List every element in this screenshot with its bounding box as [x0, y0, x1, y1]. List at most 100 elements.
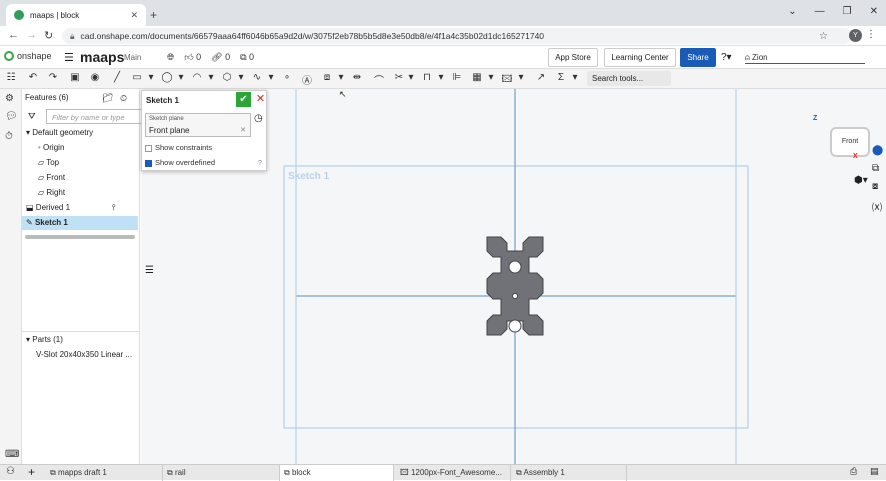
browser-tab[interactable]: maaps | block ✕ [6, 4, 146, 26]
document-name[interactable]: maaps [80, 49, 124, 65]
line-tool-icon[interactable]: ╱ [110, 72, 124, 83]
circle-dropdown-icon[interactable]: ▾ [174, 72, 188, 83]
help-icon[interactable]: ? [258, 160, 262, 167]
constraints-list-icon[interactable]: ☰ [145, 265, 154, 276]
redo-icon[interactable]: ↷ [46, 72, 60, 83]
tab-block[interactable]: ⧉ block [280, 465, 394, 481]
links[interactable]: 🔗︎ 0 [211, 52, 230, 63]
rectangle-dropdown-icon[interactable]: ▾ [144, 72, 158, 83]
filter-icon[interactable]: ⛛ [28, 111, 36, 122]
panel-toggle-icon[interactable]: ▤ [870, 466, 879, 477]
section-view-icon[interactable]: ⧇ [872, 181, 878, 192]
branch-name[interactable]: Main [124, 53, 141, 62]
sum-tool-icon[interactable]: Σ [554, 72, 568, 83]
profile-avatar[interactable]: Y [849, 29, 862, 42]
feature-list-icon[interactable]: ☷ [4, 72, 18, 83]
print-icon[interactable]: ⎙ [850, 466, 857, 477]
image-tool-icon[interactable]: 🖾 [500, 72, 514, 89]
versions[interactable]: ⧉ 0 [240, 52, 254, 63]
add-folder-icon[interactable]: 📁︎ [102, 93, 113, 104]
feature-row-top[interactable]: ▱ Top [22, 156, 138, 170]
add-tab-icon[interactable]: + [28, 465, 35, 479]
help-icon[interactable]: ?▾ [721, 52, 732, 63]
likes[interactable]: 👍︎ 0 [184, 52, 201, 63]
sketch-plane-field[interactable]: Sketch plane Front plane ✕ [145, 113, 251, 137]
close-window-icon[interactable]: ✕ [870, 6, 878, 17]
appearance-icon[interactable]: ◉ [88, 72, 102, 83]
show-constraints-checkbox[interactable]: Show constraints [145, 143, 212, 152]
learning-center-button[interactable]: Learning Center [604, 48, 676, 67]
keyboard-icon[interactable]: ⌨︎ [5, 449, 19, 460]
reload-icon[interactable]: ↻ [44, 29, 53, 42]
fillet-tool-icon[interactable]: ⌒ [372, 72, 386, 87]
parts-panel-icon[interactable]: ⧉ [872, 163, 879, 174]
url-field[interactable]: 🔒︎ cad.onshape.com/documents/66579aaa64f… [62, 28, 852, 44]
pattern-dropdown-icon[interactable]: ▾ [484, 72, 498, 83]
accept-check-button[interactable]: ✔ [236, 92, 251, 107]
image-dropdown-icon[interactable]: ▾ [514, 72, 528, 83]
spline-dropdown-icon[interactable]: ▾ [264, 72, 278, 83]
feature-row-sketch[interactable]: ✎ Sketch 1 [22, 216, 138, 230]
tab-assembly[interactable]: ⧉ Assembly 1 [512, 465, 627, 481]
tab-mapps-draft[interactable]: ⧉ mapps draft 1 [46, 465, 163, 481]
user-menu[interactable]: ⍝ Zion [745, 53, 865, 64]
polygon-tool-icon[interactable]: ⬡ [220, 72, 234, 83]
undo-icon[interactable]: ↶ [26, 72, 40, 83]
onshape-logo[interactable]: onshape [4, 51, 52, 61]
dimension-tool-icon[interactable]: ⇹ [350, 72, 364, 83]
forward-icon[interactable]: → [26, 29, 37, 41]
feature-list-scrollbar[interactable] [25, 235, 135, 239]
arc-dropdown-icon[interactable]: ▾ [204, 72, 218, 83]
cancel-x-button[interactable]: ✕ [254, 92, 267, 107]
offset-tool-icon[interactable]: ⊓ [420, 72, 434, 83]
parts-header[interactable]: ▾ Parts (1) [22, 333, 138, 347]
feature-row-right[interactable]: ▱ Right [22, 186, 138, 200]
sketch-history-icon[interactable]: ◷ [254, 113, 263, 124]
search-tools-button[interactable]: Search tools... altC [587, 71, 671, 99]
polygon-dropdown-icon[interactable]: ▾ [234, 72, 248, 83]
tab-manager-icon[interactable]: ⚇ [6, 466, 15, 477]
arc-tool-icon[interactable]: ◠ [190, 72, 204, 83]
chrome-menu-icon[interactable]: ⋮ [866, 29, 876, 40]
comment-icon[interactable]: 💬︎ [5, 111, 18, 122]
back-icon[interactable]: ← [8, 29, 19, 41]
show-overdefined-checkbox[interactable]: Show overdefined [145, 158, 215, 167]
text-tool-icon[interactable]: Ⓐ [300, 72, 314, 87]
app-store-button[interactable]: App Store [548, 48, 598, 67]
share-button[interactable]: Share [680, 48, 716, 67]
tab-font-awesome[interactable]: 🖾 1200px-Font_Awesome... [396, 465, 511, 481]
construction-dropdown-icon[interactable]: ▾ [334, 72, 348, 83]
rectangle-tool-icon[interactable]: ▭ [130, 72, 144, 83]
rollback-clock-icon[interactable]: ⏲︎ [120, 93, 127, 104]
new-tab-icon[interactable]: + [150, 8, 157, 22]
tab-rail[interactable]: ⧉ rail [163, 465, 280, 481]
close-tab-icon[interactable]: ✕ [130, 10, 138, 21]
sum-dropdown-icon[interactable]: ▾ [568, 72, 582, 83]
globe-icon[interactable]: 🌐︎ [167, 52, 174, 63]
appearance-panel-icon[interactable]: ⬤ [872, 145, 883, 156]
history-icon[interactable]: ⏱︎ [5, 131, 13, 142]
feature-row-derived[interactable]: ⬓ Derived 1 ⫯ [22, 201, 138, 215]
menu-hamburger-icon[interactable]: ☰ [64, 51, 74, 64]
circle-tool-icon[interactable]: ◯ [160, 72, 174, 83]
bookmark-star-icon[interactable]: ☆ [819, 31, 828, 42]
part-row[interactable]: V-Slot 20x40x350 Linear ... [22, 348, 138, 362]
maximize-icon[interactable]: ❐ [843, 6, 852, 17]
rollback-bar-icon[interactable]: ⫯ [112, 201, 115, 215]
mirror-tool-icon[interactable]: ⊫ [450, 72, 464, 83]
use-tool-icon[interactable]: ↗ [534, 72, 548, 83]
view-mode-cube-icon[interactable]: ⬢▾ [854, 175, 868, 186]
view-tool-icon[interactable]: ▣ [68, 72, 82, 83]
clear-plane-icon[interactable]: ✕ [240, 126, 246, 134]
view-cube[interactable]: Front [830, 127, 870, 157]
offset-dropdown-icon[interactable]: ▾ [434, 72, 448, 83]
spline-tool-icon[interactable]: ∿ [250, 72, 264, 83]
pattern-tool-icon[interactable]: ▦ [470, 72, 484, 83]
point-tool-icon[interactable]: ∘ [280, 72, 294, 83]
configurations-icon[interactable]: ⚙︎ [5, 93, 14, 104]
construction-tool-icon[interactable]: ⧈ [320, 72, 334, 83]
feature-row-origin[interactable]: • Origin [22, 141, 138, 155]
trim-dropdown-icon[interactable]: ▾ [404, 72, 418, 83]
variables-icon[interactable]: ⒳ [872, 199, 882, 214]
tab-search-icon[interactable]: ⌄ [788, 6, 796, 17]
